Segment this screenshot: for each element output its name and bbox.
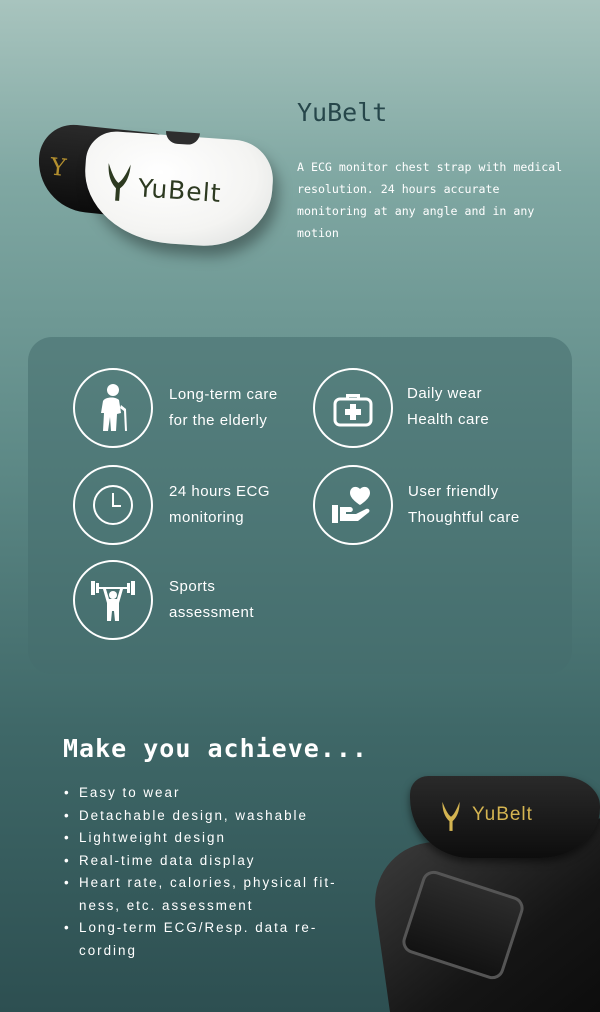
yubelt-logo-icon: [108, 163, 131, 201]
white-pod-image: YuBelt: [80, 129, 276, 251]
elderly-person-icon: [73, 368, 153, 448]
feature-line-1: User friendly: [408, 483, 499, 500]
list-item: Heart rate, calories, physical fit-ness,…: [64, 872, 364, 917]
list-item: Real-time data display: [64, 850, 364, 873]
list-item: Easy to wear: [64, 782, 364, 805]
black-pod-image: YuBelt: [410, 776, 600, 858]
product-description: A ECG monitor chest strap with medical r…: [297, 160, 563, 240]
feature-line-1: Long-term care: [169, 386, 278, 403]
product-brand-label: YuBelt: [137, 173, 223, 209]
feature-line-1: Sports: [169, 578, 216, 595]
weightlifter-icon: [73, 560, 153, 640]
feature-line-2: Thoughtful care: [408, 509, 520, 526]
heart-hand-icon: [313, 465, 393, 545]
page-title: YuBelt: [297, 98, 388, 127]
feature-line-2: monitoring: [169, 509, 245, 526]
benefits-list: Easy to wear Detachable design, washable…: [64, 782, 364, 962]
product-image-white-pod: Y YuBelt: [33, 118, 278, 251]
feature-line-2: for the elderly: [169, 412, 268, 429]
medical-kit-icon: [313, 368, 393, 448]
features-card: Long-term care for the elderly Daily wea…: [28, 337, 572, 674]
product-brand-label: YuBelt: [472, 804, 533, 825]
list-item: Detachable design, washable: [64, 805, 364, 828]
yubelt-logo-icon: Y: [48, 152, 68, 183]
list-item: Lightweight design: [64, 827, 364, 850]
feature-line-2: Health care: [407, 411, 490, 428]
feature-line-1: 24 hours ECG: [169, 483, 271, 500]
yubelt-logo-icon: [442, 801, 460, 831]
feature-line-1: Daily wear: [407, 385, 483, 402]
product-image-black-strap: YuBelt: [370, 772, 600, 1012]
clock-icon: [73, 465, 153, 545]
section-title: Make you achieve...: [63, 734, 368, 763]
list-item: Long-term ECG/Resp. data re-cording: [64, 917, 364, 962]
feature-line-2: assessment: [169, 604, 255, 621]
